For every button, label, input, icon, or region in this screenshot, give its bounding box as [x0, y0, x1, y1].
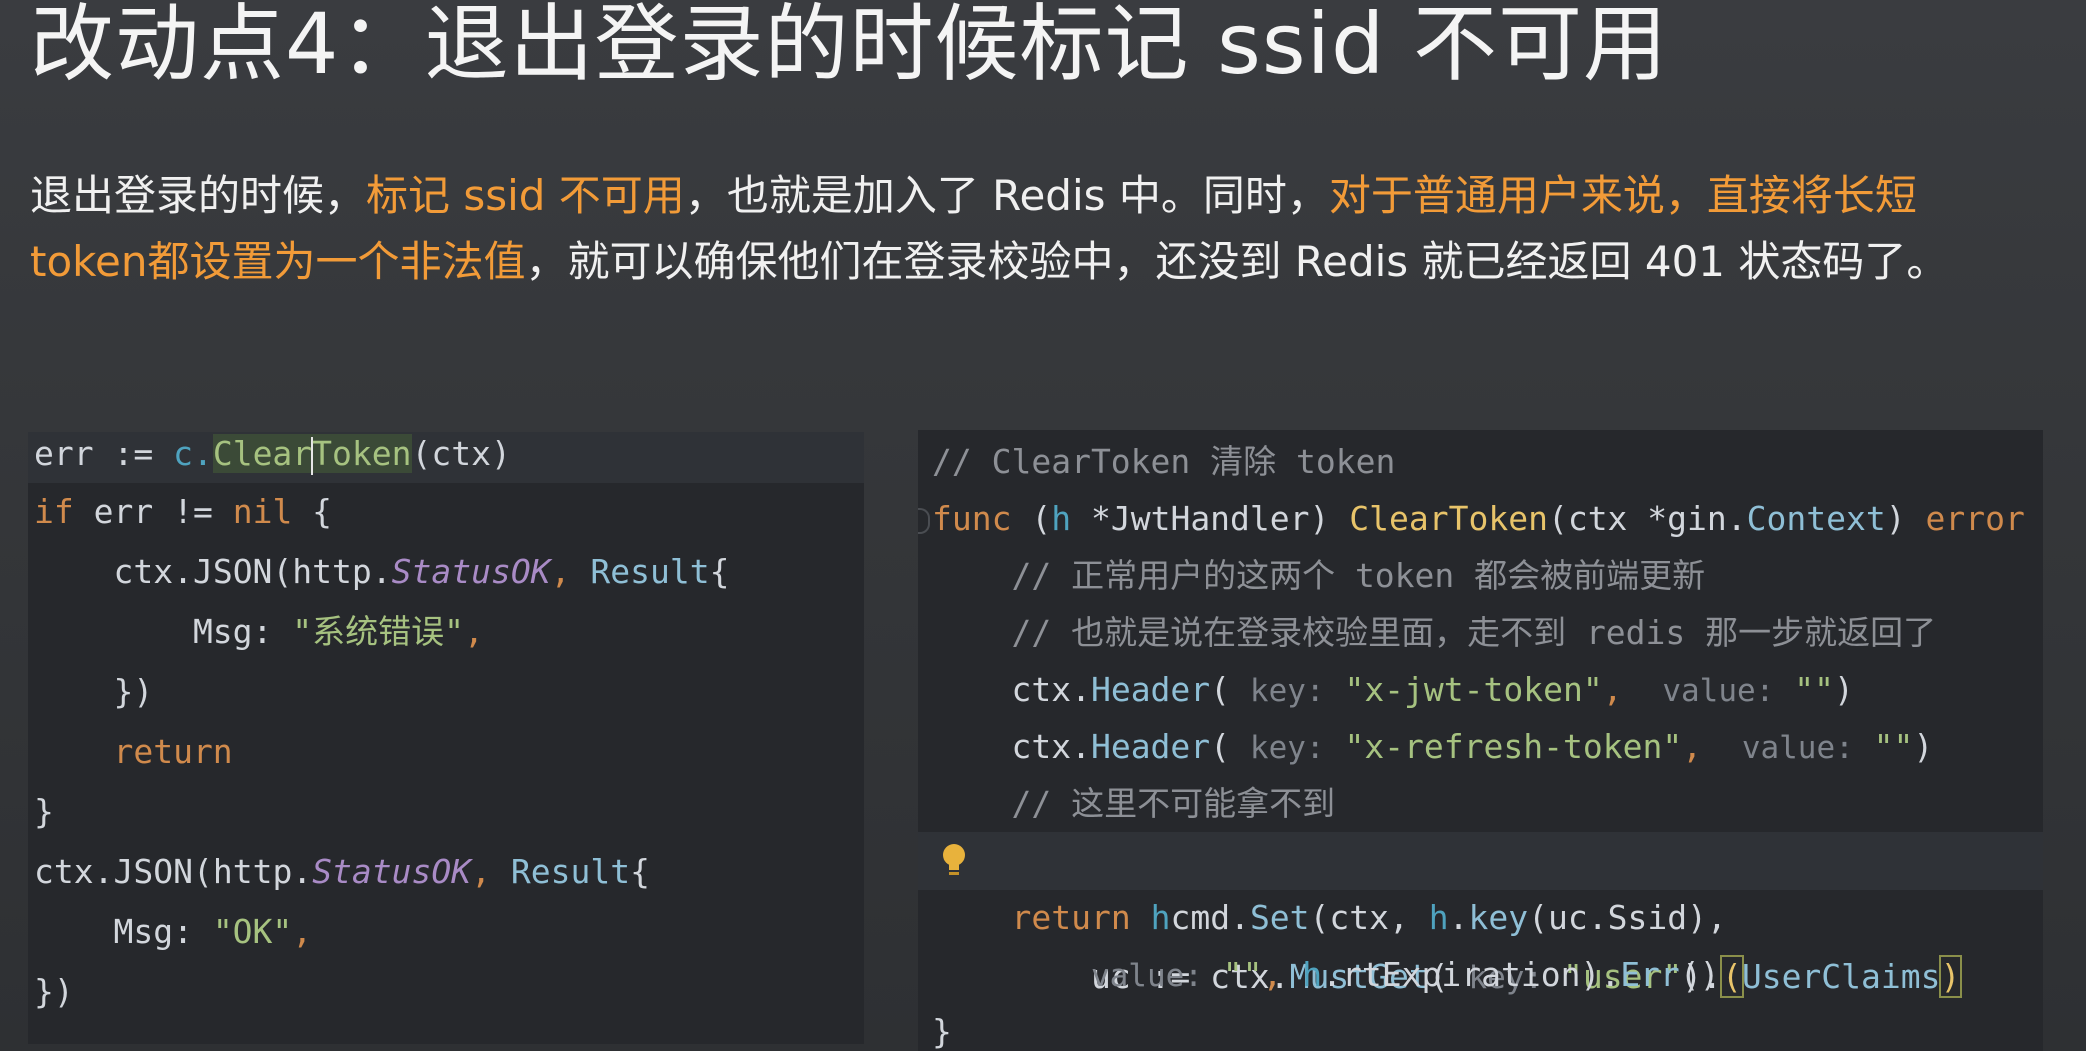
desc-text-1: 退出登录的时候，: [30, 171, 367, 220]
code-line-close[interactable]: }: [918, 1003, 2043, 1051]
code-line-comment-4[interactable]: // 这里不可能拿不到: [918, 775, 2043, 833]
code-line-9[interactable]: Msg: "OK",: [28, 903, 864, 961]
code-line-return[interactable]: return hcmd.Set(ctx, h.key(uc.Ssid),: [918, 889, 2043, 947]
code-line-comment-3[interactable]: // 也就是说在登录校验里面，走不到 redis 那一步就返回了: [918, 604, 2043, 662]
code-line-header-refresh[interactable]: ctx.Header( key: "x-refresh-token", valu…: [918, 718, 2043, 776]
desc-text-3: ，就可以确保他们在登录校验中，还没到 Redis 就已经返回 401 状态码了。: [525, 237, 1949, 286]
code-line-6[interactable]: return: [28, 723, 864, 781]
lightbulb-icon[interactable]: [940, 842, 968, 880]
code-line-value[interactable]: value: "", h.rtExpiration).Err(): [918, 946, 2043, 1004]
code-line-8[interactable]: ctx.JSON(http.StatusOK, Result{: [28, 843, 864, 901]
code-line-7[interactable]: }: [28, 783, 864, 841]
code-line-5[interactable]: }): [28, 663, 864, 721]
slide-description: 退出登录的时候，标记 ssid 不可用，也就是加入了 Redis 中。同时，对于…: [30, 163, 1990, 295]
desc-highlight-1: 标记 ssid 不可用: [366, 171, 685, 220]
code-line-header-jwt[interactable]: ctx.Header( key: "x-jwt-token", value: "…: [918, 661, 2043, 719]
code-line-3[interactable]: ctx.JSON(http.StatusOK, Result{: [28, 543, 864, 601]
slide-title: 改动点4：退出登录的时候标记 ssid 不可用: [30, 0, 1669, 93]
code-line-1[interactable]: err := c.ClearToken(ctx): [28, 432, 864, 483]
code-line-func[interactable]: func (h *JwtHandler) ClearToken(ctx *gin…: [918, 490, 2043, 548]
code-line-mustget[interactable]: uc := ctx.MustGet( key: "user").(UserCla…: [918, 832, 2043, 998]
code-line-2[interactable]: if err != nil {: [28, 483, 864, 541]
code-line-4[interactable]: Msg: "系统错误",: [28, 603, 864, 661]
code-line-comment-1[interactable]: // ClearToken 清除 token: [918, 433, 2043, 491]
code-line-10[interactable]: }): [28, 963, 864, 1021]
code-line-comment-2[interactable]: // 正常用户的这两个 token 都会被前端更新: [918, 547, 2043, 605]
desc-text-2: ，也就是加入了 Redis 中。同时，: [684, 171, 1329, 220]
right-code-editor[interactable]: // ClearToken 清除 token func (h *JwtHandl…: [918, 430, 2043, 1051]
fold-marker-icon[interactable]: [918, 508, 930, 534]
left-code-editor[interactable]: err := c.ClearToken(ctx) if err != nil {…: [28, 432, 864, 1044]
